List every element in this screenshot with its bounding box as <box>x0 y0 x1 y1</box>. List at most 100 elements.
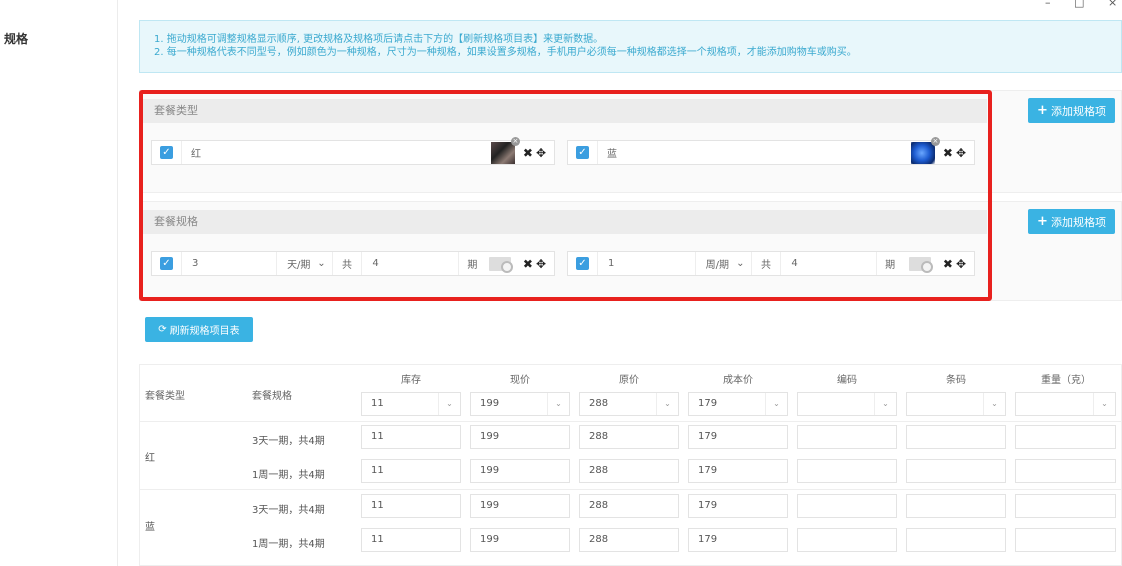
spec-item-value[interactable]: 红 <box>182 145 491 160</box>
spec-item-thumbnail[interactable]: × <box>910 136 940 164</box>
spec-group-title: 套餐规格 <box>140 210 987 234</box>
period-unit-select[interactable]: 天/期 ⌄ <box>277 252 333 275</box>
batch-value: 179 <box>698 398 718 409</box>
price-input[interactable]: 199 <box>470 528 570 552</box>
remove-image-icon[interactable]: × <box>510 136 520 146</box>
barcode-input[interactable] <box>906 494 1006 518</box>
checkbox-checked-icon[interactable]: ✓ <box>160 257 173 270</box>
chevron-down-icon[interactable]: ⌄ <box>438 393 460 415</box>
checkbox-checked-icon[interactable]: ✓ <box>160 146 173 159</box>
spec-group-title: 套餐类型 <box>140 99 987 123</box>
batch-weight-input[interactable]: ⌄ <box>1015 392 1116 416</box>
batch-value: 288 <box>589 398 609 409</box>
header-cost-price: 成本价 <box>723 375 753 386</box>
maximize-icon[interactable]: □ <box>1074 0 1084 9</box>
spec-item-3-day[interactable]: ✓ 3 天/期 ⌄ 共 4 期 ✖ ✥ <box>151 251 555 276</box>
row-group-type: 蓝 <box>145 522 155 533</box>
barcode-input[interactable] <box>906 459 1006 483</box>
cost-price-input[interactable]: 179 <box>688 459 788 483</box>
chevron-down-icon[interactable]: ⌄ <box>1093 393 1115 415</box>
weight-input[interactable] <box>1015 425 1116 449</box>
batch-barcode-input[interactable]: ⌄ <box>906 392 1006 416</box>
image-upload-icon[interactable] <box>908 256 933 273</box>
original-price-input[interactable]: 288 <box>579 459 679 483</box>
chevron-down-icon[interactable]: ⌄ <box>656 393 678 415</box>
chevron-down-icon[interactable]: ⌄ <box>765 393 787 415</box>
total-count-input[interactable]: 4 <box>362 252 460 275</box>
left-label-column <box>0 0 118 566</box>
weight-input[interactable] <box>1015 459 1116 483</box>
row-spec: 3天一期，共4期 <box>252 436 325 447</box>
code-input[interactable] <box>797 425 897 449</box>
delete-icon[interactable]: ✖ <box>943 257 953 271</box>
barcode-input[interactable] <box>906 528 1006 552</box>
batch-value: 11 <box>371 398 384 409</box>
period-suffix: 期 <box>459 252 517 275</box>
batch-stock-input[interactable]: 11 ⌄ <box>361 392 461 416</box>
stock-input[interactable]: 11 <box>361 494 461 518</box>
batch-code-input[interactable]: ⌄ <box>797 392 897 416</box>
checkbox-checked-icon[interactable]: ✓ <box>576 257 589 270</box>
delete-icon[interactable]: ✖ <box>523 146 533 160</box>
add-spec-item-button[interactable]: + 添加规格项 <box>1028 209 1115 234</box>
price-input[interactable]: 199 <box>470 494 570 518</box>
code-input[interactable] <box>797 459 897 483</box>
total-count-input[interactable]: 4 <box>781 252 878 275</box>
image-upload-icon[interactable] <box>488 256 513 273</box>
cost-price-input[interactable]: 179 <box>688 494 788 518</box>
drag-move-icon[interactable]: ✥ <box>956 146 966 160</box>
price-input[interactable]: 199 <box>470 459 570 483</box>
spec-item-thumbnail[interactable]: × <box>490 136 520 164</box>
header-weight: 重量（克） <box>1041 375 1091 386</box>
price-input[interactable]: 199 <box>470 425 570 449</box>
remove-image-icon[interactable]: × <box>930 136 940 146</box>
weight-input[interactable] <box>1015 494 1116 518</box>
refresh-spec-table-button[interactable]: ⟳ 刷新规格项目表 <box>145 317 253 342</box>
header-stock: 库存 <box>401 375 421 386</box>
original-price-input[interactable]: 288 <box>579 528 679 552</box>
batch-price-input[interactable]: 199 ⌄ <box>470 392 570 416</box>
chevron-down-icon[interactable]: ⌄ <box>874 393 896 415</box>
chevron-down-icon[interactable]: ⌄ <box>547 393 569 415</box>
drag-move-icon[interactable]: ✥ <box>536 146 546 160</box>
checkbox-checked-icon[interactable]: ✓ <box>576 146 589 159</box>
period-value-input[interactable]: 3 <box>182 252 278 275</box>
minimize-icon[interactable]: – <box>1045 0 1051 9</box>
barcode-input[interactable] <box>906 425 1006 449</box>
drag-move-icon[interactable]: ✥ <box>536 257 546 271</box>
stock-input[interactable]: 11 <box>361 528 461 552</box>
table-divider <box>139 489 1122 490</box>
spec-item-value[interactable]: 蓝 <box>598 145 911 160</box>
cost-price-input[interactable]: 179 <box>688 425 788 449</box>
header-package-type: 套餐类型 <box>145 391 185 402</box>
delete-icon[interactable]: ✖ <box>943 146 953 160</box>
period-value-input[interactable]: 1 <box>598 252 696 275</box>
original-price-input[interactable]: 288 <box>579 425 679 449</box>
drag-move-icon[interactable]: ✥ <box>956 257 966 271</box>
stock-input[interactable]: 11 <box>361 459 461 483</box>
spec-item-red[interactable]: ✓ 红 × ✖ ✥ <box>151 136 555 165</box>
stock-input[interactable]: 11 <box>361 425 461 449</box>
section-label: 规格 <box>4 32 29 46</box>
delete-icon[interactable]: ✖ <box>523 257 533 271</box>
code-input[interactable] <box>797 528 897 552</box>
cost-price-input[interactable]: 179 <box>688 528 788 552</box>
spec-item-1-week[interactable]: ✓ 1 周/期 ⌄ 共 4 期 ✖ ✥ <box>567 251 975 276</box>
batch-value: 199 <box>480 398 500 409</box>
weight-input[interactable] <box>1015 528 1116 552</box>
instruction-notice: 1. 拖动规格可调整规格显示顺序, 更改规格及规格项后请点击下方的【刷新规格项目… <box>139 20 1122 73</box>
period-unit-select[interactable]: 周/期 ⌄ <box>696 252 752 275</box>
header-code: 编码 <box>837 375 857 386</box>
chevron-down-icon[interactable]: ⌄ <box>983 393 1005 415</box>
header-barcode: 条码 <box>946 375 966 386</box>
batch-original-price-input[interactable]: 288 ⌄ <box>579 392 679 416</box>
close-icon[interactable]: × <box>1108 0 1117 9</box>
spec-item-blue[interactable]: ✓ 蓝 × ✖ ✥ <box>567 136 975 165</box>
original-price-input[interactable]: 288 <box>579 494 679 518</box>
code-input[interactable] <box>797 494 897 518</box>
add-spec-item-button[interactable]: + 添加规格项 <box>1028 98 1115 123</box>
batch-cost-price-input[interactable]: 179 ⌄ <box>688 392 788 416</box>
add-spec-item-label: 添加规格项 <box>1050 104 1106 118</box>
total-label: 共 <box>752 252 782 275</box>
table-divider <box>139 421 1122 422</box>
